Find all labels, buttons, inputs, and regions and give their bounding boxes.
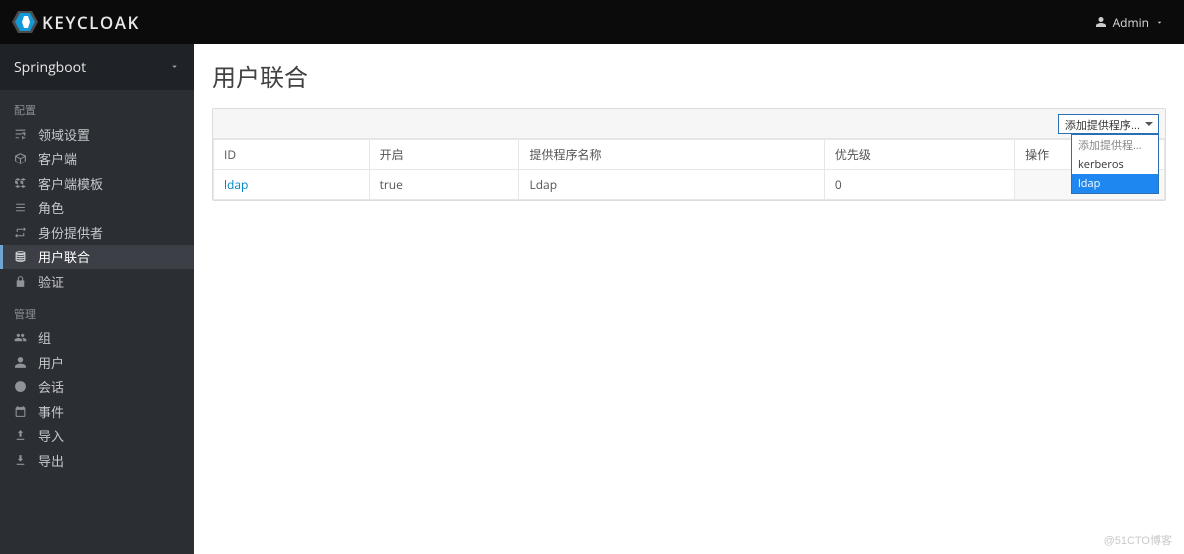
sidebar-item-label: 组 <box>38 328 51 347</box>
main-content: 用户联合 添加提供程序... 添加提供程序...kerberosldap ID … <box>194 44 1184 554</box>
swap-icon <box>14 226 28 239</box>
provider-panel: 添加提供程序... 添加提供程序...kerberosldap ID 开启 提供… <box>212 108 1166 201</box>
sidebar-item[interactable]: 领域设置 <box>0 122 194 147</box>
cell-enabled: true <box>369 170 519 200</box>
sidebar-item-label: 会话 <box>38 377 64 396</box>
provider-option[interactable]: ldap <box>1072 174 1158 193</box>
brand-name: KEYCLOAK <box>42 11 140 34</box>
sidebar-item[interactable]: 客户端 <box>0 147 194 172</box>
topbar: KEYCLOAK Admin <box>0 0 1184 44</box>
sidebar-item-label: 验证 <box>38 272 64 291</box>
sidebar-item-label: 身份提供者 <box>38 223 103 242</box>
add-provider-select[interactable]: 添加提供程序... <box>1058 114 1159 134</box>
sidebar-item-label: 客户端模板 <box>38 174 103 193</box>
chevron-down-icon <box>1155 18 1164 27</box>
chevron-down-icon <box>169 58 180 77</box>
sidebar-item-label: 用户联合 <box>38 247 90 266</box>
sidebar-item[interactable]: 事件 <box>0 399 194 424</box>
sidebar-item-label: 用户 <box>38 353 64 372</box>
group-icon <box>14 331 28 344</box>
sidebar-item[interactable]: 用户 <box>0 350 194 375</box>
sidebar-item-label: 事件 <box>38 402 64 421</box>
watermark: @51CTO博客 <box>1104 532 1172 548</box>
provider-table: ID 开启 提供程序名称 优先级 操作 ldaptrueLdap0编辑 <box>213 139 1165 200</box>
user-icon <box>1095 16 1107 28</box>
column-header-provider: 提供程序名称 <box>519 140 824 170</box>
export-icon <box>14 454 28 467</box>
panel-toolbar: 添加提供程序... 添加提供程序...kerberosldap <box>213 109 1165 139</box>
sliders-icon <box>14 128 28 141</box>
db-icon <box>14 250 28 263</box>
brand-logo[interactable]: KEYCLOAK <box>12 11 140 34</box>
list-icon <box>14 201 28 214</box>
sidebar-item[interactable]: 角色 <box>0 196 194 221</box>
column-header-id: ID <box>214 140 370 170</box>
import-icon <box>14 429 28 442</box>
realm-name: Springboot <box>14 58 86 77</box>
provider-option[interactable]: 添加提供程序... <box>1072 135 1158 155</box>
cubes-icon <box>14 177 28 190</box>
lock-icon <box>14 275 28 288</box>
sidebar-item-label: 客户端 <box>38 149 77 168</box>
clock-icon <box>14 380 28 393</box>
add-provider-dropdown: 添加提供程序...kerberosldap <box>1071 134 1159 194</box>
user-icon <box>14 356 28 369</box>
user-menu[interactable]: Admin <box>1095 14 1164 31</box>
cell-priority: 0 <box>824 170 1014 200</box>
sidebar-item[interactable]: 用户联合 <box>0 245 194 270</box>
keycloak-logo-icon <box>12 11 38 33</box>
provider-link[interactable]: ldap <box>224 176 248 193</box>
sidebar-item-label: 导入 <box>38 426 64 445</box>
sidebar-item[interactable]: 会话 <box>0 375 194 400</box>
sidebar-item[interactable]: 身份提供者 <box>0 220 194 245</box>
cell-id: ldap <box>214 170 370 200</box>
table-row: ldaptrueLdap0编辑 <box>214 170 1165 200</box>
calendar-icon <box>14 405 28 418</box>
sidebar-item-label: 导出 <box>38 451 64 470</box>
cube-icon <box>14 152 28 165</box>
sidebar-item[interactable]: 组 <box>0 326 194 351</box>
sidebar-item[interactable]: 导出 <box>0 448 194 473</box>
sidebar-item-label: 角色 <box>38 198 64 217</box>
cell-provider-name: Ldap <box>519 170 824 200</box>
user-label: Admin <box>1113 14 1149 31</box>
sidebar-item[interactable]: 验证 <box>0 269 194 294</box>
page-title: 用户联合 <box>212 58 1166 94</box>
sidebar-section-title: 管理 <box>0 294 194 326</box>
column-header-enabled: 开启 <box>369 140 519 170</box>
sidebar: Springboot 配置领域设置客户端客户端模板角色身份提供者用户联合验证管理… <box>0 44 194 554</box>
sidebar-item-label: 领域设置 <box>38 125 90 144</box>
sidebar-item[interactable]: 客户端模板 <box>0 171 194 196</box>
realm-selector[interactable]: Springboot <box>0 44 194 90</box>
provider-option[interactable]: kerberos <box>1072 155 1158 174</box>
sidebar-section-title: 配置 <box>0 90 194 122</box>
column-header-priority: 优先级 <box>824 140 1014 170</box>
sidebar-item[interactable]: 导入 <box>0 424 194 449</box>
